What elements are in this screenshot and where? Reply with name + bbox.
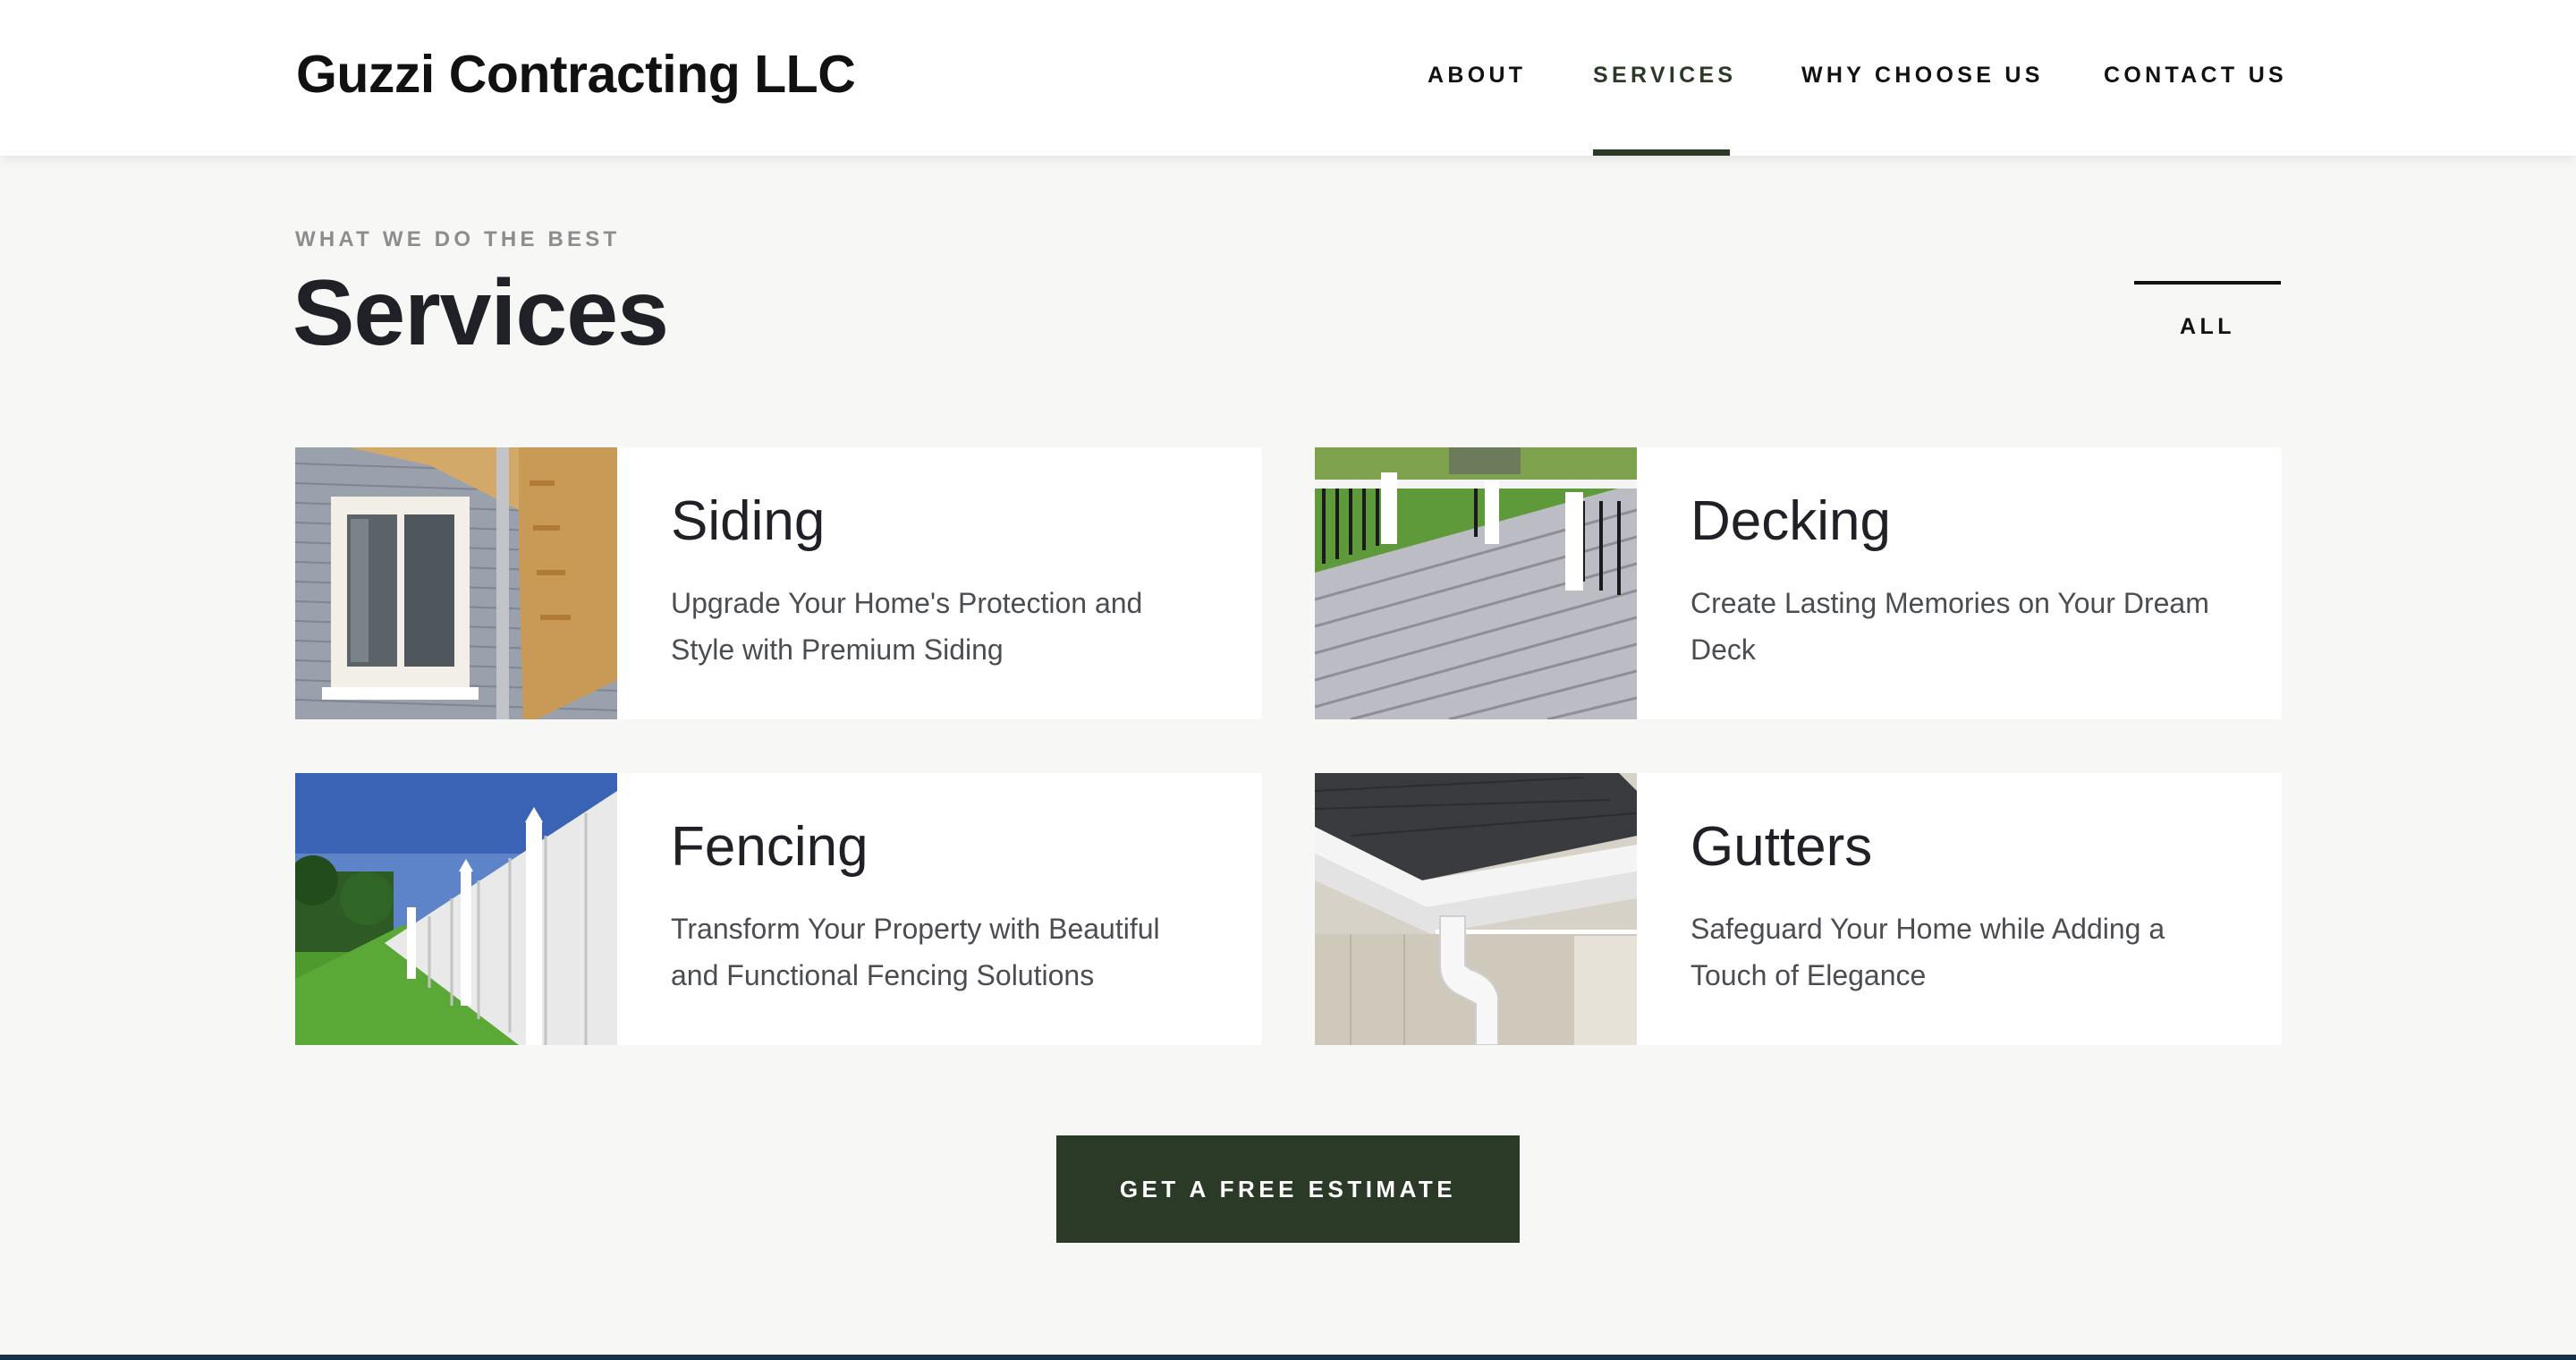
service-card-siding[interactable]: Siding Upgrade Your Home's Protection an… [295, 447, 1262, 719]
service-card-title: Fencing [671, 816, 869, 878]
service-card-description: Transform Your Property with Beautiful a… [671, 913, 1160, 991]
gutters-photo [1315, 773, 1637, 1045]
service-card-gutters[interactable]: Gutters Safeguard Your Home while Adding… [1315, 773, 2282, 1045]
service-card-description: Create Lasting Memories on Your Dream De… [1690, 587, 2209, 666]
site-logo[interactable]: Guzzi Contracting LLC [296, 45, 856, 104]
site-header: Guzzi Contracting LLC ABOUT SERVICES WHY… [0, 0, 2576, 156]
nav-link-why-choose-us[interactable]: WHY CHOOSE US [1801, 62, 2044, 89]
service-card-title: Gutters [1690, 816, 1873, 878]
section-eyebrow: WHAT WE DO THE BEST [295, 227, 621, 251]
service-card-fencing[interactable]: Fencing Transform Your Property with Bea… [295, 773, 1262, 1045]
footer-top-edge [0, 1355, 2576, 1360]
nav-link-services[interactable]: SERVICES [1593, 62, 1736, 89]
active-nav-indicator [1593, 149, 1730, 156]
service-card-decking[interactable]: Decking Create Lasting Memories on Your … [1315, 447, 2282, 719]
filter-tab-label: ALL [2179, 314, 2236, 339]
fencing-photo [295, 773, 617, 1045]
siding-photo [295, 447, 617, 719]
nav-link-contact-us[interactable]: CONTACT US [2104, 62, 2287, 89]
decking-photo [1315, 447, 1637, 719]
service-card-description: Safeguard Your Home while Adding a Touch… [1690, 913, 2165, 991]
service-card-title: Decking [1690, 490, 1891, 552]
service-card-title: Siding [671, 490, 826, 552]
nav-link-about[interactable]: ABOUT [1428, 62, 1526, 89]
section-title: Services [292, 261, 669, 365]
filter-tab-all[interactable]: ALL [2134, 281, 2281, 340]
service-card-description: Upgrade Your Home's Protection and Style… [671, 587, 1143, 666]
get-free-estimate-button[interactable]: GET A FREE ESTIMATE [1056, 1135, 1520, 1243]
